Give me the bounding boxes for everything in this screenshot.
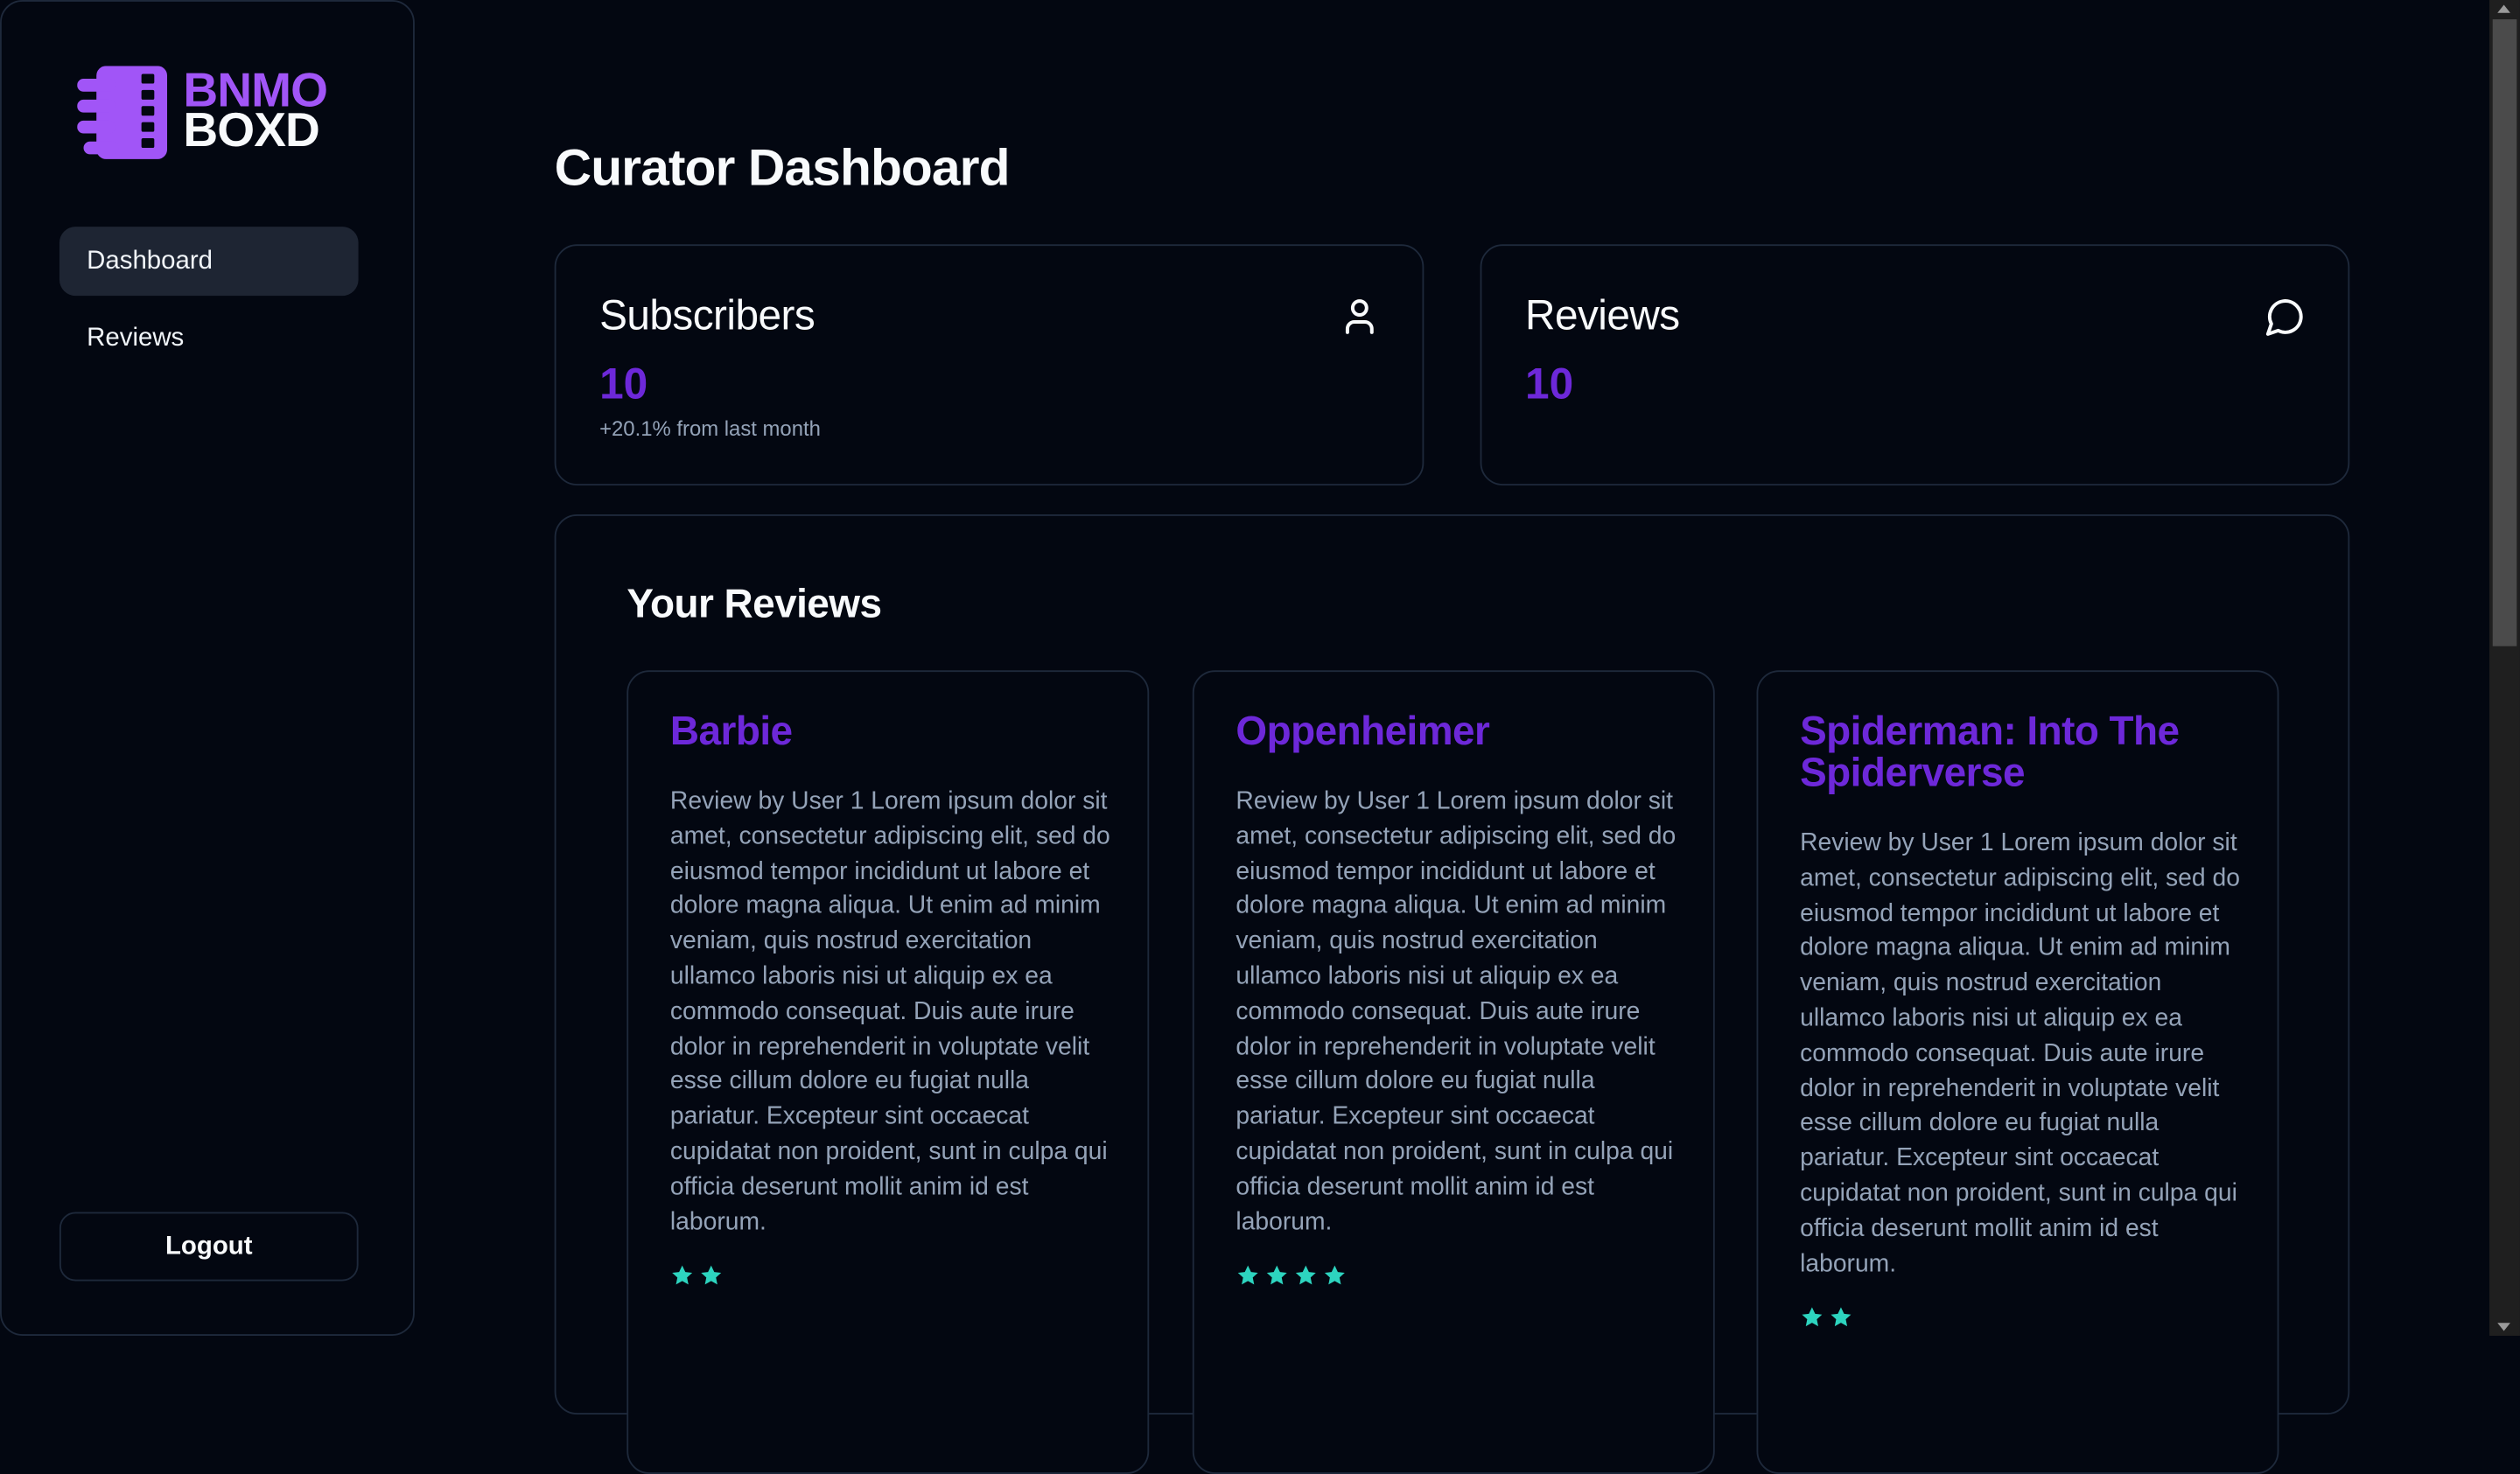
star-icon <box>1237 1265 1258 1285</box>
sidebar: BNMO BOXD Dashboard Reviews Logout <box>0 0 415 1336</box>
subscribers-change: +20.1% from last month <box>599 416 821 441</box>
review-body: Review by User 1 Lorem ipsum dolor sit a… <box>1800 829 2240 1278</box>
star-icon <box>1830 1307 1852 1327</box>
sidebar-item-label: Reviews <box>87 324 185 352</box>
review-title: Barbie <box>669 709 793 754</box>
sidebar-item-dashboard[interactable]: Dashboard <box>59 227 359 297</box>
scrollbar-thumb[interactable] <box>2492 19 2517 646</box>
star-rating <box>670 1263 724 1288</box>
film-logo-icon <box>77 66 168 159</box>
star-icon <box>1295 1265 1316 1285</box>
review-card[interactable]: Barbie Review by User 1 Lorem ipsum dolo… <box>626 670 1150 1474</box>
review-title: Spiderman: Into The Spiderverse <box>1800 709 2180 796</box>
star-rating <box>1800 1305 1853 1330</box>
your-reviews-title: Your Reviews <box>626 582 882 627</box>
message-circle-icon <box>2265 299 2303 336</box>
review-card[interactable]: Spiderman: Into The Spiderverse Review b… <box>1756 670 2279 1474</box>
scroll-down-arrow-icon[interactable] <box>2497 1323 2510 1331</box>
reviews-title: Reviews <box>1525 290 1680 339</box>
app-root: BNMO BOXD Dashboard Reviews Logout Curat… <box>0 0 2520 1474</box>
your-reviews-panel: Your Reviews Barbie Review by User 1 Lor… <box>554 514 2350 1474</box>
star-icon <box>672 1265 693 1285</box>
star-icon <box>1324 1265 1345 1285</box>
reviews-card: Reviews 10 <box>1480 244 2350 486</box>
page-title: Curator Dashboard <box>554 138 1011 197</box>
logo[interactable]: BNMO BOXD <box>77 66 350 162</box>
sidebar-item-reviews[interactable]: Reviews <box>60 304 359 373</box>
subscribers-card: Subscribers 10 +20.1% from last month <box>554 244 1424 486</box>
scroll-up-arrow-icon[interactable] <box>2497 4 2510 13</box>
review-card[interactable]: Oppenheimer Review by User 1 Lorem ipsum… <box>1192 670 1715 1474</box>
review-body: Review by User 1 Lorem ipsum dolor sit a… <box>1236 787 1676 1236</box>
star-rating <box>1236 1263 1347 1288</box>
subscribers-count: 10 <box>599 360 648 409</box>
review-title: Oppenheimer <box>1236 709 1490 754</box>
page-scrollbar[interactable] <box>2489 0 2520 1336</box>
star-icon <box>1802 1307 1823 1327</box>
reviews-count: 10 <box>1525 360 1574 409</box>
star-icon <box>701 1265 722 1285</box>
sidebar-item-label: Dashboard <box>87 247 213 275</box>
logo-text-bottom: BOXD <box>183 104 319 158</box>
review-body: Review by User 1 Lorem ipsum dolor sit a… <box>669 787 1110 1236</box>
star-icon <box>1266 1265 1287 1285</box>
user-icon <box>1345 299 1374 334</box>
logout-button[interactable]: Logout <box>59 1212 359 1282</box>
subscribers-title: Subscribers <box>599 290 816 339</box>
